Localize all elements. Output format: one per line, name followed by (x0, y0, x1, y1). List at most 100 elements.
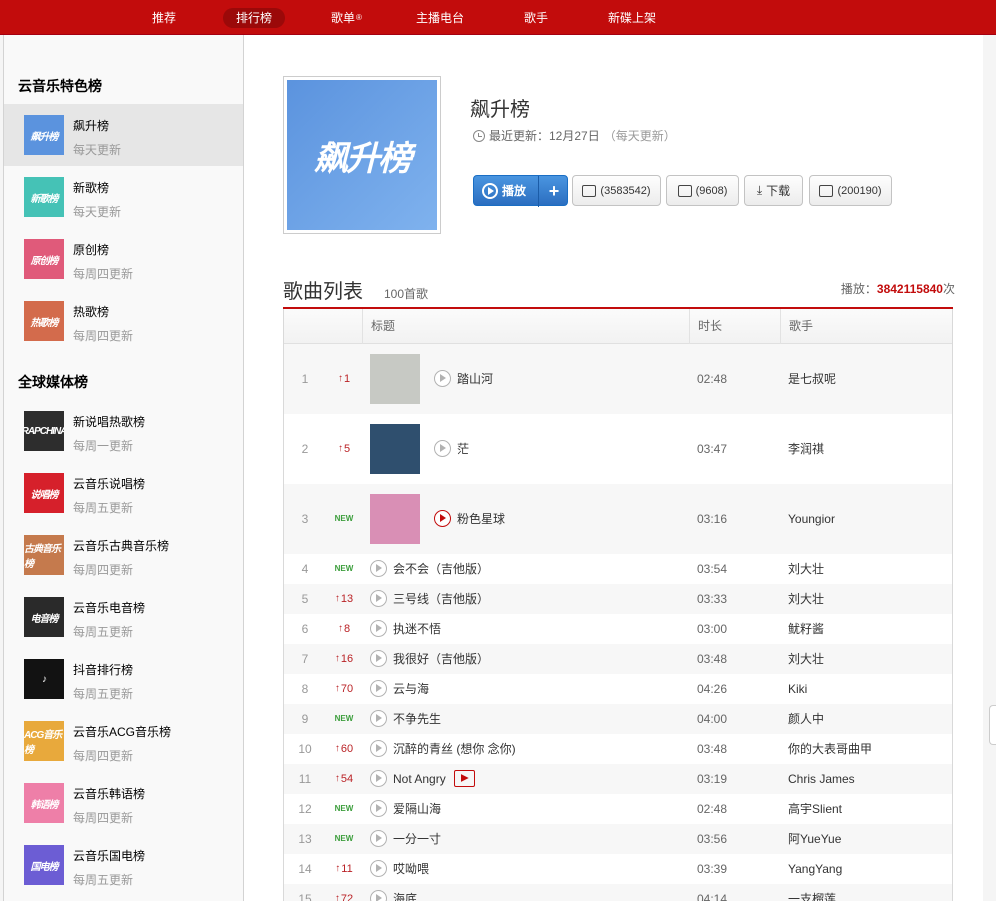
sidebar-chart-item[interactable]: 说唱榜 云音乐说唱榜 每周五更新 (4, 462, 243, 524)
comment-icon (819, 184, 834, 197)
song-title[interactable]: 会不会（吉他版） (393, 560, 489, 577)
download-button[interactable]: ⤓ 下载 (744, 175, 803, 206)
row-artist[interactable]: Kiki (788, 674, 807, 703)
table-header: 标题 时长 歌手 (284, 309, 952, 344)
song-thumbnail[interactable] (370, 353, 420, 404)
song-title[interactable]: 一分一寸 (393, 830, 441, 847)
chart-cover-thumb: 热歌榜 (24, 301, 64, 341)
trend-value: 16 (340, 652, 354, 665)
play-icon[interactable] (370, 800, 387, 817)
play-icon[interactable] (370, 770, 387, 787)
song-title[interactable]: 爱隔山海 (393, 800, 441, 817)
row-rank: 3 (301, 511, 309, 526)
song-title[interactable]: Not Angry (393, 772, 446, 786)
row-artist[interactable]: Chris James (788, 764, 855, 793)
row-artist[interactable]: 你的大表哥曲甲 (788, 734, 872, 763)
nav-toplist[interactable]: 排行榜 (223, 8, 286, 28)
song-title[interactable]: 执迷不悟 (393, 620, 441, 637)
play-icon[interactable] (370, 590, 387, 607)
play-icon[interactable] (434, 510, 451, 527)
play-icon[interactable] (370, 560, 387, 577)
song-title[interactable]: 云与海 (393, 680, 429, 697)
trend-value: 8 (343, 622, 351, 635)
row-song: 爱隔山海 (370, 794, 690, 823)
sidebar-chart-item[interactable]: 新歌榜 新歌榜 每天更新 (4, 166, 243, 228)
sidebar-chart-item[interactable]: 热歌榜 热歌榜 每周四更新 (4, 290, 243, 352)
add-to-playlist-button[interactable]: + (538, 176, 569, 207)
row-artist[interactable]: Youngior (788, 484, 835, 553)
trend-value: 60 (340, 742, 354, 755)
song-title[interactable]: 踏山河 (457, 370, 493, 387)
comment-button[interactable]: (200190) (809, 175, 892, 206)
song-title[interactable]: 沉醉的青丝 (想你 念你) (393, 740, 516, 757)
sidebar-chart-item[interactable]: 电音榜 云音乐电音榜 每周五更新 (4, 586, 243, 648)
nav-artist[interactable]: 歌手 (511, 8, 561, 28)
row-song: Not Angry (370, 764, 690, 793)
trend-value: 70 (340, 682, 354, 695)
row-rank: 4 (301, 561, 309, 576)
chart-cover-thumb: 古典音乐榜 (24, 535, 64, 575)
table-row: 12 NEW 爱隔山海 02:48 高宇Slient (284, 794, 952, 824)
mv-icon[interactable] (453, 770, 475, 787)
row-rank: 11 (298, 771, 312, 786)
song-thumbnail[interactable] (370, 423, 420, 474)
row-rank: 9 (301, 711, 309, 726)
play-icon[interactable] (370, 620, 387, 637)
play-icon[interactable] (434, 370, 451, 387)
sidebar-chart-item[interactable]: ACG音乐榜 云音乐ACG音乐榜 每周四更新 (4, 710, 243, 772)
song-thumbnail[interactable] (370, 493, 420, 544)
nav-djradio[interactable]: 主播电台 (403, 8, 477, 28)
song-title[interactable]: 哎呦喂 (393, 860, 429, 877)
row-artist[interactable]: 颜人中 (788, 704, 824, 733)
scrollbar-handle[interactable] (989, 705, 996, 745)
song-title[interactable]: 茫 (457, 440, 469, 457)
sidebar-chart-item[interactable]: ♪ 抖音排行榜 每周五更新 (4, 648, 243, 710)
row-artist[interactable]: 高宇Slient (788, 794, 842, 823)
row-artist[interactable]: 一支榴莲 (788, 884, 836, 901)
nav-album[interactable]: 新碟上架 (595, 8, 669, 28)
row-duration: 02:48 (697, 801, 728, 816)
play-icon[interactable] (370, 830, 387, 847)
row-artist[interactable]: 鱿籽酱 (788, 614, 824, 643)
share-button[interactable]: (9608) (666, 175, 739, 206)
collect-button[interactable]: (3583542) (572, 175, 661, 206)
play-icon[interactable] (434, 440, 451, 457)
row-artist[interactable]: 刘大壮 (788, 584, 824, 613)
play-icon[interactable] (370, 650, 387, 667)
row-artist[interactable]: 刘大壮 (788, 644, 824, 673)
row-trend: ↑ 1 (326, 344, 362, 413)
play-button[interactable]: 播放 + (473, 175, 569, 207)
row-artist[interactable]: 是七叔呢 (788, 344, 836, 413)
chart-cover-thumb: 电音榜 (24, 597, 64, 637)
song-title[interactable]: 粉色星球 (457, 510, 505, 527)
nav-recommend[interactable]: 推荐 (139, 8, 189, 28)
play-icon[interactable] (370, 710, 387, 727)
row-artist[interactable]: 李润祺 (788, 414, 824, 483)
row-rank: 12 (298, 801, 312, 816)
play-icon[interactable] (370, 890, 387, 901)
song-title[interactable]: 海底 (393, 890, 417, 901)
chart-update-frequency: 每周四更新 (73, 329, 134, 343)
sidebar-chart-item[interactable]: 古典音乐榜 云音乐古典音乐榜 每周四更新 (4, 524, 243, 586)
row-artist[interactable]: 刘大壮 (788, 554, 824, 583)
row-artist[interactable]: YangYang (788, 854, 842, 883)
sidebar-chart-item[interactable]: 韩语榜 云音乐韩语榜 每周四更新 (4, 772, 243, 834)
row-song: 踏山河 (370, 344, 690, 413)
sidebar-chart-item[interactable]: 原创榜 原创榜 每周四更新 (4, 228, 243, 290)
play-icon[interactable] (370, 740, 387, 757)
song-title[interactable]: 三号线（吉他版） (393, 590, 489, 607)
play-icon[interactable] (370, 860, 387, 877)
song-list-title: 歌曲列表 (283, 281, 363, 303)
play-icon[interactable] (370, 680, 387, 697)
sidebar-chart-item[interactable]: RAPCHINA 新说唱热歌榜每周一更新 (4, 400, 243, 462)
song-title[interactable]: 我很好（吉他版） (393, 650, 489, 667)
row-artist[interactable]: 阿YueYue (788, 824, 841, 853)
chart-cover-thumb: ACG音乐榜 (24, 721, 64, 761)
sidebar-chart-item[interactable]: 飙升榜 飙升榜 每天更新 (4, 104, 243, 166)
song-title[interactable]: 不争先生 (393, 710, 441, 727)
row-trend: ↑ 72 (326, 884, 362, 901)
row-duration: 03:33 (697, 591, 728, 606)
sidebar-chart-item[interactable]: 国电榜 云音乐国电榜 每周五更新 (4, 834, 243, 896)
nav-playlist[interactable]: 歌单® (318, 8, 375, 28)
chart-cover-thumb: 韩语榜 (24, 783, 64, 823)
